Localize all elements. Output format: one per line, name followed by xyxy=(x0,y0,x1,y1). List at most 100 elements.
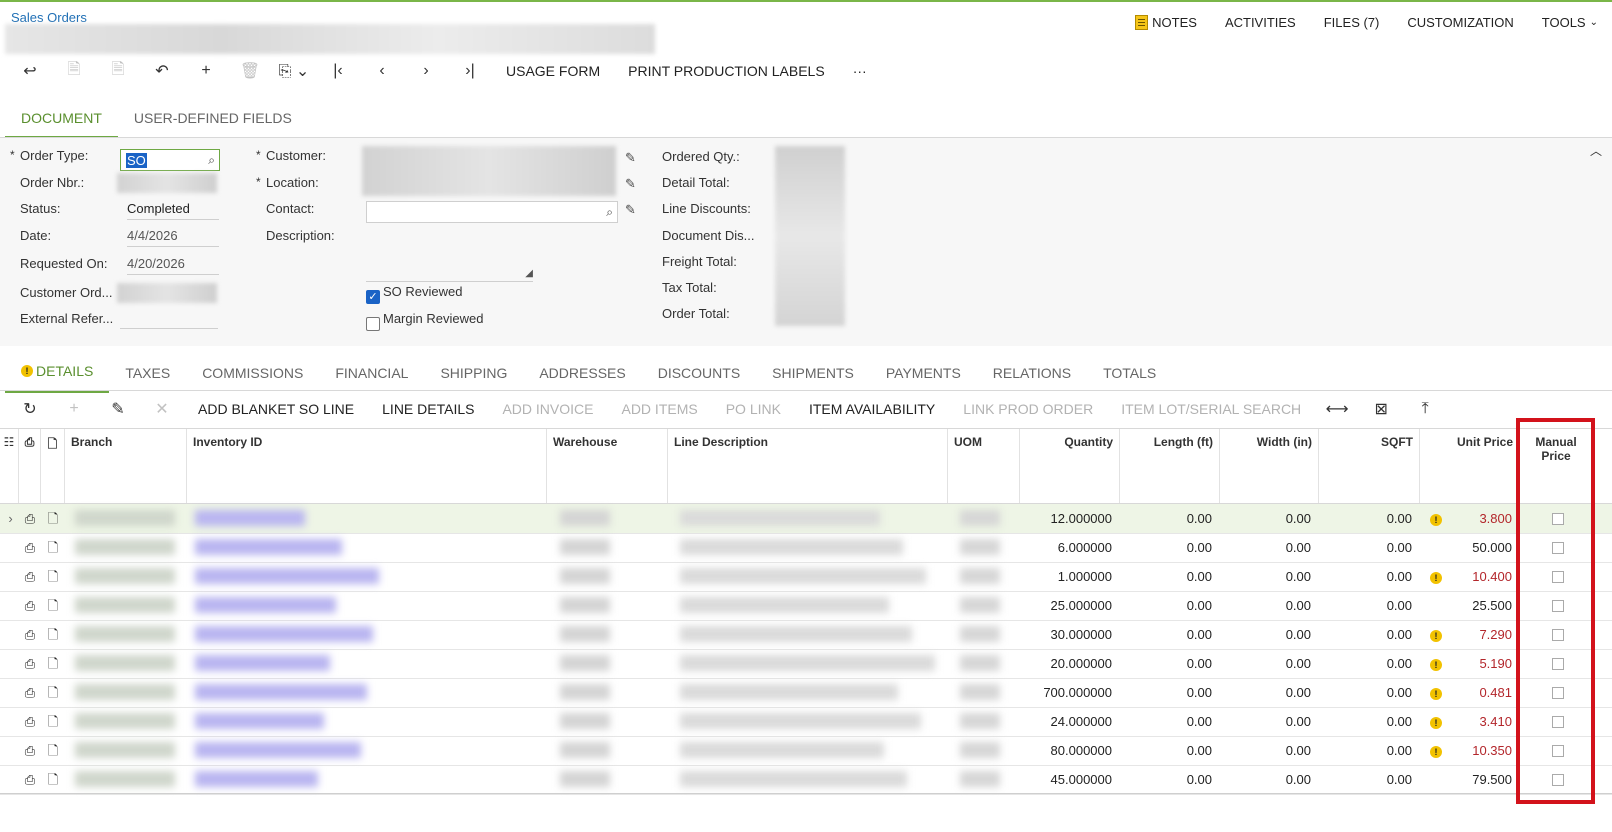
search-icon[interactable]: ⌕ xyxy=(606,205,613,220)
last-record-icon[interactable]: ›| xyxy=(448,60,492,82)
col-line-description[interactable]: Line Description xyxy=(668,429,948,503)
attachment-icon[interactable]: ⎙ xyxy=(19,591,41,620)
row-expand-icon[interactable] xyxy=(2,736,19,765)
unit-price-cell[interactable]: 3.800 xyxy=(1440,504,1520,533)
table-row[interactable]: ⎙ 🗋 700.000000 0.00 0.00 0.00! 0.481 xyxy=(0,678,1612,708)
sqft-cell[interactable]: 0.00 xyxy=(1319,533,1420,562)
resize-handle-icon[interactable]: ◢ xyxy=(525,268,533,279)
length-cell[interactable]: 0.00 xyxy=(1120,736,1220,765)
width-cell[interactable]: 0.00 xyxy=(1220,649,1319,678)
tab-document[interactable]: DOCUMENT xyxy=(5,104,118,139)
tab-relations[interactable]: RELATIONS xyxy=(977,355,1087,393)
link-prod-order-button[interactable]: LINK PROD ORDER xyxy=(949,401,1107,417)
unit-price-cell[interactable]: 10.350 xyxy=(1440,736,1520,765)
fit-columns-icon[interactable]: ⟷ xyxy=(1315,399,1359,419)
col-sqft[interactable]: SQFT xyxy=(1319,429,1420,503)
attachment-icon[interactable]: ⎙ xyxy=(19,736,41,765)
note-icon[interactable]: 🗋 xyxy=(41,736,65,765)
edit-row-icon[interactable]: ✎ xyxy=(96,399,140,419)
delete-icon[interactable]: 🗑 xyxy=(228,60,272,82)
margin-reviewed-checkbox[interactable] xyxy=(366,317,380,331)
row-expand-icon[interactable] xyxy=(2,765,19,794)
attachment-icon[interactable]: ⎙ xyxy=(19,707,41,736)
tab-addresses[interactable]: ADDRESSES xyxy=(523,355,641,393)
add-row-icon[interactable]: + xyxy=(52,400,96,418)
export-excel-icon[interactable]: ⊠ xyxy=(1359,399,1403,419)
tab-commissions[interactable]: COMMISSIONS xyxy=(186,355,319,393)
table-row[interactable]: ⎙ 🗋 20.000000 0.00 0.00 0.00! 5.190 xyxy=(0,649,1612,679)
requested-on-field[interactable]: 4/20/2026 xyxy=(127,256,219,275)
row-expand-icon[interactable]: › xyxy=(2,504,19,533)
prev-record-icon[interactable]: ‹ xyxy=(360,60,404,82)
inventory-id-blurred[interactable] xyxy=(195,626,373,642)
description-field[interactable]: ◢ xyxy=(366,229,533,282)
tab-totals[interactable]: TOTALS xyxy=(1087,355,1172,393)
edit-customer-icon[interactable]: ✎ xyxy=(625,150,636,166)
note-icon[interactable]: 🗋 xyxy=(41,707,65,736)
length-cell[interactable]: 0.00 xyxy=(1120,649,1220,678)
attachment-icon[interactable]: ⎙ xyxy=(19,620,41,649)
attachment-icon[interactable]: ⎙ xyxy=(19,649,41,678)
width-cell[interactable]: 0.00 xyxy=(1220,533,1319,562)
note-icon[interactable]: 🗋 xyxy=(41,620,65,649)
row-selector-icon[interactable]: ☷ xyxy=(0,429,19,503)
inventory-id-blurred[interactable] xyxy=(195,510,305,526)
row-expand-icon[interactable] xyxy=(2,591,19,620)
save-close-icon[interactable]: 🗎 xyxy=(52,60,96,82)
unit-price-cell[interactable]: 5.190 xyxy=(1440,649,1520,678)
notes-button[interactable]: NOTES xyxy=(1121,14,1211,30)
note-icon[interactable]: 🗋 xyxy=(41,591,65,620)
quantity-cell[interactable]: 30.000000 xyxy=(1020,620,1120,649)
row-expand-icon[interactable] xyxy=(2,649,19,678)
date-field[interactable]: 4/4/2026 xyxy=(127,228,219,247)
inventory-id-blurred[interactable] xyxy=(195,684,367,700)
inventory-id-blurred[interactable] xyxy=(195,539,342,555)
files-button[interactable]: FILES (7) xyxy=(1310,14,1394,30)
unit-price-cell[interactable]: 25.500 xyxy=(1440,591,1520,620)
copy-paste-icon[interactable]: ⎘ ⌄ xyxy=(272,60,316,82)
row-expand-icon[interactable] xyxy=(2,562,19,591)
length-cell[interactable]: 0.00 xyxy=(1120,678,1220,707)
table-row[interactable]: › ⎙ 🗋 12.000000 0.00 0.00 0.00! 3.800 xyxy=(0,504,1612,534)
row-expand-icon[interactable] xyxy=(2,707,19,736)
add-icon[interactable]: + xyxy=(184,60,228,82)
width-cell[interactable]: 0.00 xyxy=(1220,620,1319,649)
col-length[interactable]: Length (ft) xyxy=(1120,429,1220,503)
tools-button[interactable]: TOOLS ⌄ xyxy=(1528,14,1612,30)
activities-button[interactable]: ACTIVITIES xyxy=(1211,14,1310,30)
external-ref-field[interactable] xyxy=(120,312,218,329)
customer-ord-value-blurred[interactable] xyxy=(117,283,217,303)
inventory-id-blurred[interactable] xyxy=(195,771,318,787)
order-type-field[interactable]: SO ⌕ xyxy=(120,149,220,171)
attachment-icon[interactable]: ⎙ xyxy=(19,562,41,591)
usage-form-button[interactable]: USAGE FORM xyxy=(492,63,614,79)
table-row[interactable]: ⎙ 🗋 1.000000 0.00 0.00 0.00! 10.400 xyxy=(0,562,1612,592)
col-quantity[interactable]: Quantity xyxy=(1020,429,1120,503)
line-details-button[interactable]: LINE DETAILS xyxy=(368,401,488,417)
unit-price-cell[interactable]: 10.400 xyxy=(1440,562,1520,591)
po-link-button[interactable]: PO LINK xyxy=(712,401,795,417)
width-cell[interactable]: 0.00 xyxy=(1220,678,1319,707)
table-row[interactable]: ⎙ 🗋 30.000000 0.00 0.00 0.00! 7.290 xyxy=(0,620,1612,650)
so-reviewed-checkbox[interactable]: ✓ xyxy=(366,290,380,304)
length-cell[interactable]: 0.00 xyxy=(1120,591,1220,620)
delete-row-icon[interactable]: ✕ xyxy=(140,399,184,419)
edit-contact-icon[interactable]: ✎ xyxy=(625,202,636,218)
unit-price-cell[interactable]: 50.000 xyxy=(1440,533,1520,562)
tab-details[interactable]: ! DETAILS xyxy=(5,355,110,393)
quantity-cell[interactable]: 20.000000 xyxy=(1020,649,1120,678)
quantity-cell[interactable]: 1.000000 xyxy=(1020,562,1120,591)
lot-serial-search-button[interactable]: ITEM LOT/SERIAL SEARCH xyxy=(1107,401,1315,417)
refresh-icon[interactable]: ↻ xyxy=(8,399,52,419)
tab-taxes[interactable]: TAXES xyxy=(109,355,186,393)
width-cell[interactable]: 0.00 xyxy=(1220,707,1319,736)
inventory-id-blurred[interactable] xyxy=(195,597,336,613)
unit-price-cell[interactable]: 7.290 xyxy=(1440,620,1520,649)
note-icon[interactable]: 🗋 xyxy=(41,533,65,562)
edit-location-icon[interactable]: ✎ xyxy=(625,176,636,192)
length-cell[interactable]: 0.00 xyxy=(1120,504,1220,533)
quantity-cell[interactable]: 45.000000 xyxy=(1020,765,1120,794)
unit-price-cell[interactable]: 3.410 xyxy=(1440,707,1520,736)
first-record-icon[interactable]: |‹ xyxy=(316,60,360,82)
row-expand-icon[interactable] xyxy=(2,620,19,649)
